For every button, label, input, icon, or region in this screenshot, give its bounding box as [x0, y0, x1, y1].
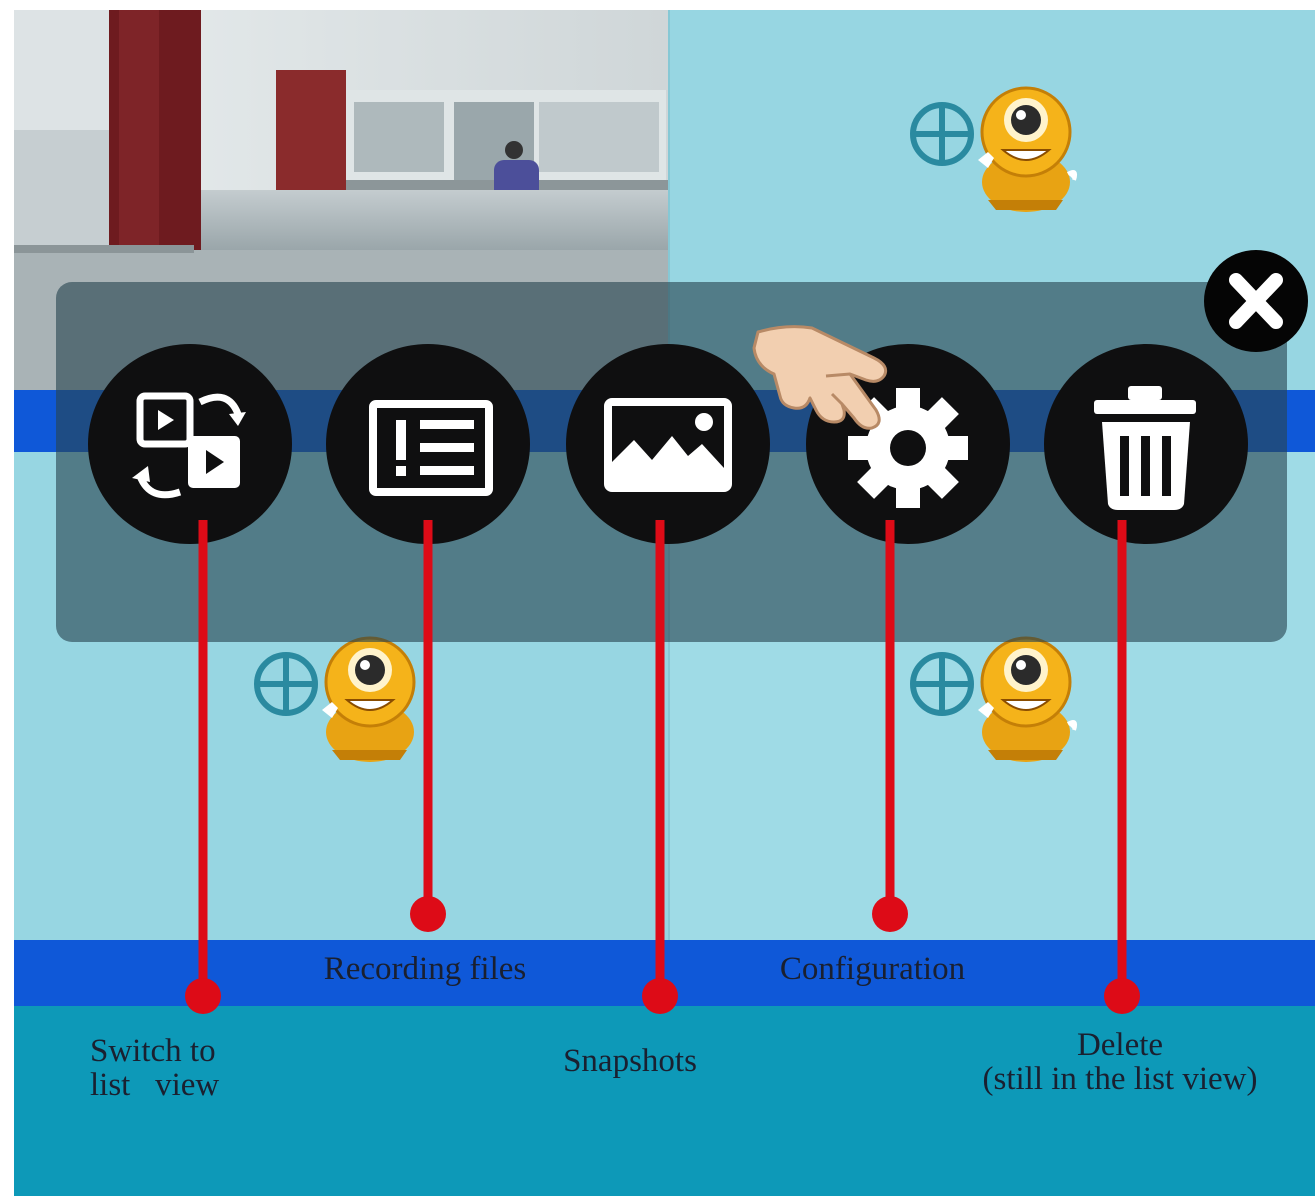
delete-label: Delete (still in the list view) [982, 1027, 1258, 1097]
recording-files-label: Recording files [323, 951, 527, 987]
configuration-label: Configuration [779, 951, 966, 987]
screen: Switch to list view Recording files Snap… [0, 0, 1315, 1196]
switch-view-label: Switch to list view [90, 1033, 220, 1103]
snapshots-label: Snapshots [563, 1043, 697, 1079]
callout-lines [185, 520, 1140, 1014]
